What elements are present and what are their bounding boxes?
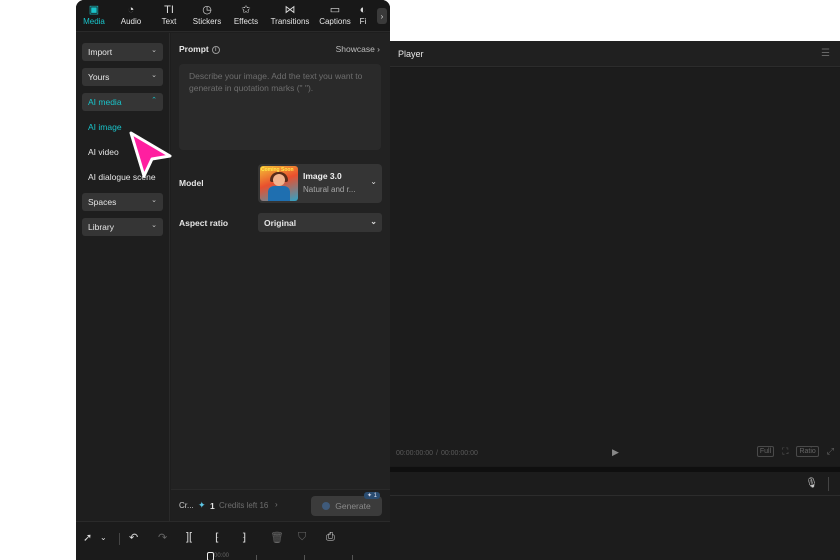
chevron-right-icon[interactable]: › [377, 8, 387, 24]
tab-filters[interactable]: ◐ Fi [356, 0, 370, 32]
player-window: Player ☰ 00:00:00:00 / 00:00:00:00 ▶ Ful… [380, 41, 840, 560]
chevron-down-icon: ⌄ [370, 177, 377, 186]
split-left-icon[interactable]: ⁅ [215, 531, 219, 544]
credits-left: Credits left 16 [219, 501, 269, 510]
menu-icon[interactable]: ☰ [821, 48, 830, 59]
chevron-down-icon: ⌄ [151, 47, 157, 54]
tab-captions[interactable]: ▭ Captions [314, 0, 356, 32]
full-button[interactable]: Full [756, 446, 775, 457]
sidebar-item-ai-video[interactable]: AI video [88, 147, 119, 157]
time-current: 00:00:00:00 [396, 449, 433, 457]
generate-footer: Cr... ✦ 1 Credits left 16 › Generate ✦ 1 [171, 489, 390, 521]
select-cursor-icon[interactable]: ➚ [83, 531, 92, 544]
divider [119, 533, 120, 545]
transitions-icon: ⋈ [284, 4, 296, 16]
tab-stickers[interactable]: ◷ Stickers [188, 0, 226, 32]
timeline-toolbar-left: ➚ ⌄ ↶ ↷ ][ ⁅ ⁆ 🗑 ⛉ ⎙ 00:00 [76, 521, 390, 560]
generate-button[interactable]: Generate ✦ 1 [311, 492, 382, 516]
aspect-ratio-label: Aspect ratio [179, 218, 229, 228]
player-title: Player [398, 48, 424, 59]
timeline-area: 🎙 [380, 472, 840, 560]
sidebar-item-library[interactable]: Library ⌄ [82, 218, 163, 236]
play-icon[interactable]: ▶ [612, 447, 619, 458]
app-root: Player ☰ 00:00:00:00 / 00:00:00:00 ▶ Ful… [0, 0, 840, 560]
stickers-icon: ◷ [202, 4, 212, 16]
split-right-icon[interactable]: ⁆ [242, 531, 246, 544]
player-header: Player ☰ [380, 41, 840, 67]
media-icon: ▣ [88, 4, 100, 16]
model-select[interactable]: Coming Soon Image 3.0 Natural and r... ⌄ [258, 164, 382, 203]
chevron-down-icon: ⌄ [151, 197, 157, 204]
sidebar-item-ai-image[interactable]: AI image [88, 122, 122, 132]
credits-label: Cr... [179, 501, 194, 510]
divider [828, 477, 829, 491]
tab-audio[interactable]: ◔ Audio [112, 0, 150, 32]
chevron-down-icon: ⌄ [151, 222, 157, 229]
sidebar-item-import[interactable]: Import ⌄ [82, 43, 163, 61]
captions-icon: ▭ [329, 4, 341, 16]
crop-icon[interactable]: ⛶ [782, 446, 788, 457]
timeline-toolbar: 🎙 [380, 472, 840, 496]
chevron-down-icon: ⌄ [370, 217, 377, 226]
prompt-input[interactable]: Describe your image. Add the text you wa… [179, 64, 381, 150]
playhead[interactable] [207, 552, 214, 560]
chevron-right-icon[interactable]: › [275, 500, 278, 509]
sidebar-item-ai-media[interactable]: AI media ⌃ [82, 93, 163, 111]
player-controls: 00:00:00:00 / 00:00:00:00 ▶ Full ⛶ Ratio… [380, 441, 840, 465]
generate-icon [322, 502, 331, 510]
info-icon[interactable]: i [211, 46, 220, 54]
chevron-up-icon: ⌃ [151, 97, 157, 104]
timeline-ruler[interactable]: 00:00 [76, 552, 390, 560]
ratio-button[interactable]: Ratio [796, 446, 819, 457]
sidebar-item-yours[interactable]: Yours ⌄ [82, 68, 163, 86]
delete-icon[interactable]: 🗑 [270, 531, 284, 544]
fullscreen-icon[interactable]: ⤢ [827, 446, 834, 457]
ai-image-form: Prompt i Showcase › Describe your image. … [171, 33, 390, 521]
generate-badge: ✦ 1 [363, 492, 380, 499]
shield-icon[interactable]: ⛉ [298, 531, 306, 544]
model-description: Natural and r... [303, 185, 356, 194]
credits-cost: 1 [210, 501, 215, 511]
redo-icon[interactable]: ↷ [158, 531, 167, 544]
chevron-down-icon: ⌄ [151, 72, 157, 79]
time-total: 00:00:00:00 [440, 449, 478, 457]
model-name: Image 3.0 [303, 171, 342, 181]
time-separator: / [435, 449, 438, 457]
text-icon: TI [164, 4, 174, 16]
sidebar-item-spaces[interactable]: Spaces ⌄ [82, 193, 163, 211]
ruler-label: 00:00 [214, 553, 230, 559]
prompt-label: Prompt i [179, 44, 220, 54]
tab-text[interactable]: TI Text [150, 0, 188, 32]
sparkle-icon: ✦ [198, 500, 206, 510]
chevron-down-icon[interactable]: ⌄ [100, 533, 107, 542]
filters-icon: ◐ [359, 4, 367, 16]
microphone-icon[interactable]: 🎙 [805, 478, 818, 489]
showcase-link[interactable]: Showcase › [336, 44, 380, 54]
top-tabs: ▣ Media ◔ Audio TI Text ◷ Stickers ✩ Eff… [76, 0, 390, 32]
tab-transitions[interactable]: ⋈ Transitions [266, 0, 314, 32]
tab-media[interactable]: ▣ Media [76, 0, 112, 32]
media-panel: ▣ Media ◔ Audio TI Text ◷ Stickers ✩ Eff… [76, 0, 390, 560]
player-right-controls: Full ⛶ Ratio ⤢ [756, 446, 834, 457]
audio-icon: ◔ [127, 4, 135, 16]
undo-icon[interactable]: ↶ [129, 531, 138, 544]
model-label: Model [179, 178, 204, 188]
aspect-ratio-select[interactable]: Original ⌄ [258, 213, 382, 232]
model-thumbnail: Coming Soon [260, 166, 298, 201]
split-icon[interactable]: ][ [186, 531, 192, 543]
effects-icon: ✩ [241, 4, 251, 16]
player-canvas [380, 68, 840, 466]
add-media-icon[interactable]: ⎙ [326, 531, 335, 544]
pointer-cursor-icon [129, 131, 172, 178]
tab-effects[interactable]: ✩ Effects [226, 0, 266, 32]
media-sidebar: Import ⌄ Yours ⌄ AI media ⌃ AI image AI … [76, 33, 170, 521]
